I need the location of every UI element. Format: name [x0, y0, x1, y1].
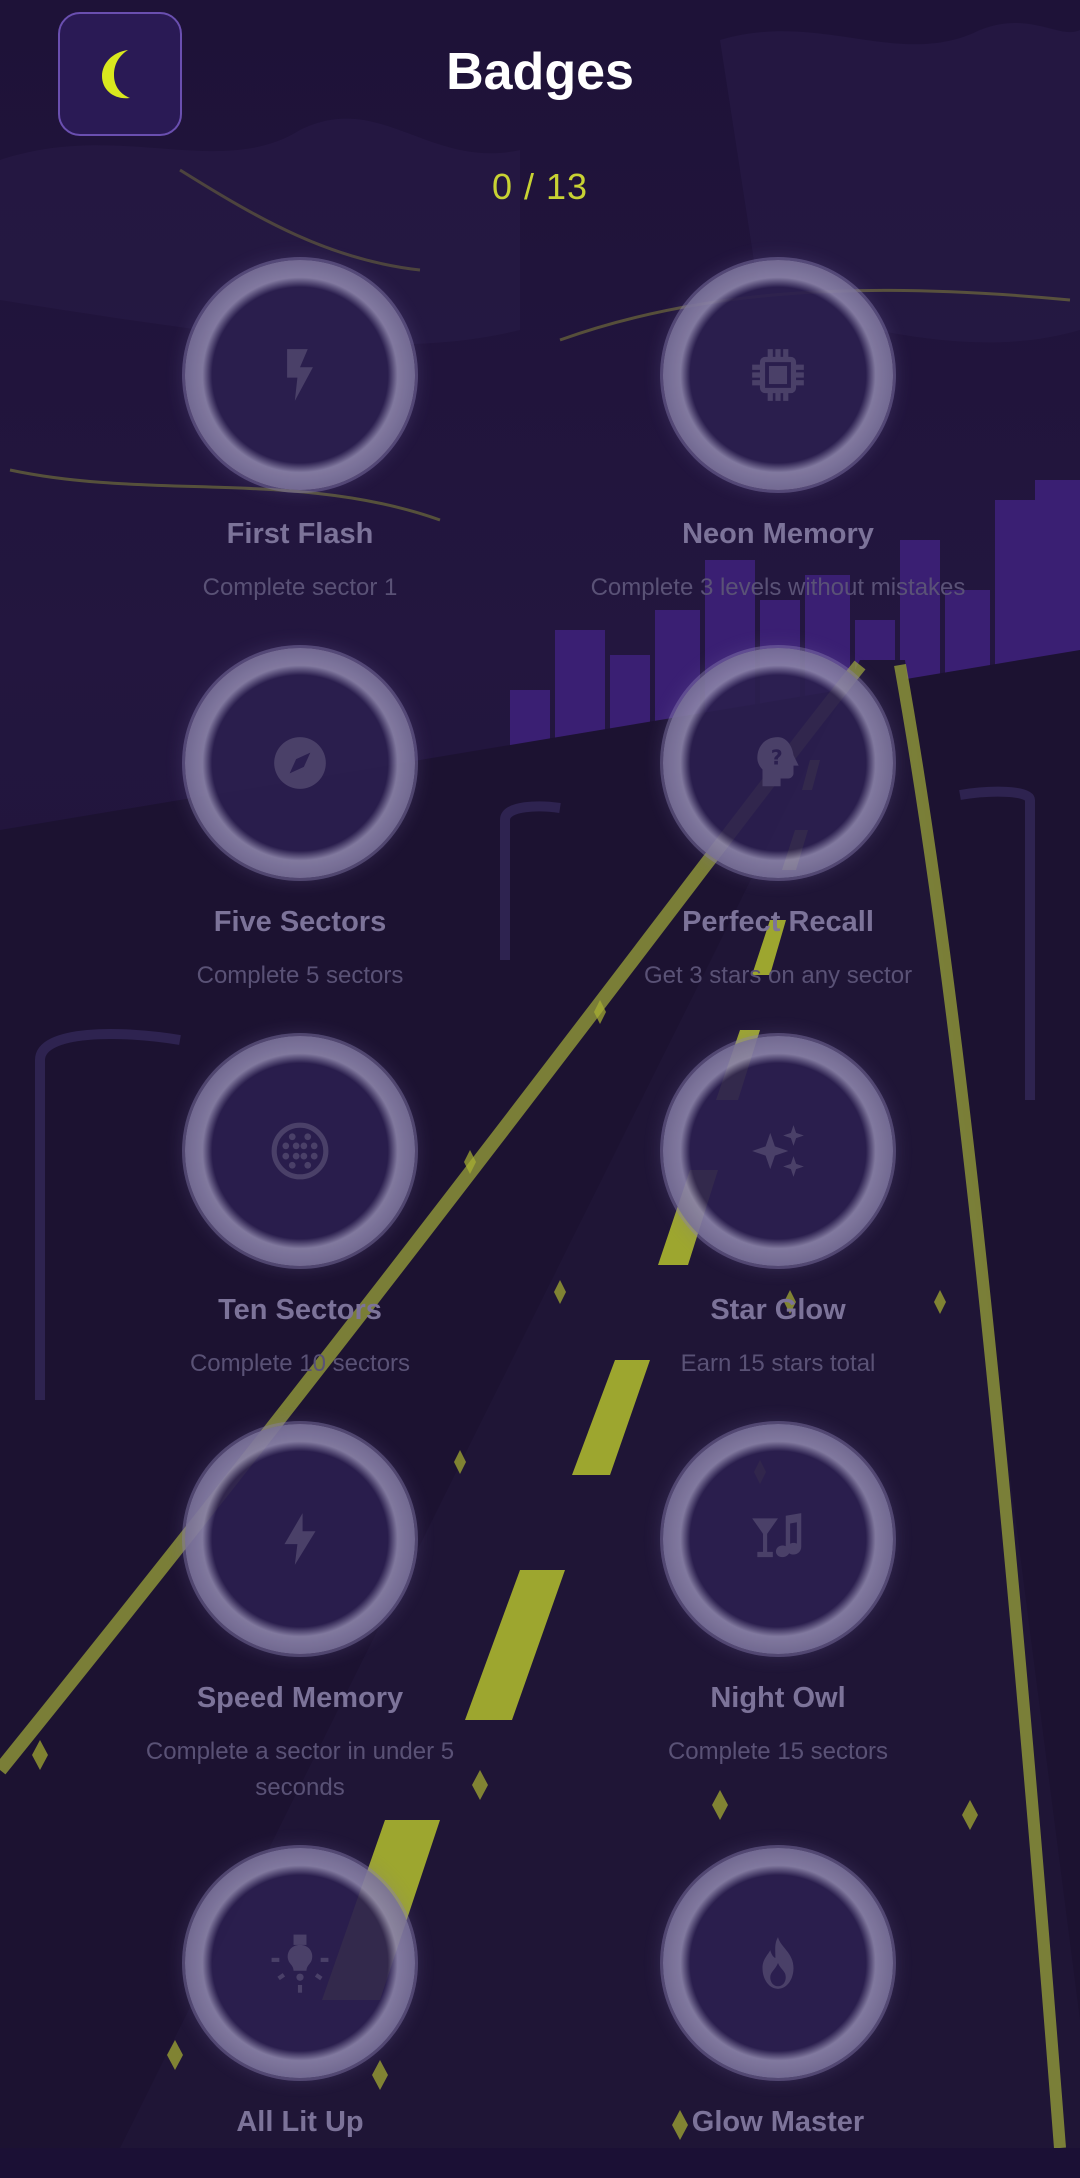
badge-perfect-recall[interactable]: ? Perfect Recall Get 3 stars on any sect…	[538, 648, 1018, 989]
badge-neon-memory[interactable]: Neon Memory Complete 3 levels without mi…	[538, 260, 1018, 601]
badge-ten-sectors[interactable]: Ten Sectors Complete 10 sectors	[60, 1036, 540, 1377]
badge-description: Complete sector 1	[202, 574, 398, 601]
badge-name: Speed Memory	[196, 1682, 404, 1714]
page-title: Badges	[446, 43, 634, 101]
cocktail-music-icon	[728, 1489, 828, 1589]
svg-text:?: ?	[771, 745, 783, 769]
badge-description: Complete 10 sectors	[189, 1350, 411, 1377]
badge-name: Perfect Recall	[682, 906, 874, 938]
dots-grid-circle-icon	[250, 1101, 350, 1201]
badge-first-flash[interactable]: First Flash Complete sector 1	[60, 260, 540, 601]
badge-description: Complete 15 sectors	[667, 1738, 889, 1765]
badge-name: Star Glow	[710, 1294, 846, 1326]
badge-name: Glow Master	[691, 2106, 865, 2138]
badge-description: Complete 5 sectors	[196, 962, 404, 989]
compass-icon	[250, 713, 350, 813]
head-question-icon: ?	[728, 713, 828, 813]
badge-speed-memory[interactable]: Speed Memory Complete a sector in under …	[60, 1424, 540, 1801]
badge-glow-master[interactable]: Glow Master	[538, 1848, 1018, 2178]
badge-name: All Lit Up	[236, 2106, 364, 2138]
badge-name: First Flash	[226, 518, 374, 550]
badge-progress-counter: 0 / 13	[491, 166, 589, 207]
badge-description: Get 3 stars on any sector	[643, 962, 913, 989]
badge-description: Complete 3 levels without mistakes	[590, 574, 966, 601]
badge-description: Complete a sector in under 5 seconds	[145, 1738, 455, 1801]
flame-icon	[728, 1913, 828, 2013]
badge-name: Night Owl	[710, 1682, 846, 1714]
badge-star-glow[interactable]: Star Glow Earn 15 stars total	[538, 1036, 1018, 1377]
sparkles-icon	[728, 1101, 828, 1201]
badge-name: Five Sectors	[213, 906, 387, 938]
badge-night-owl[interactable]: Night Owl Complete 15 sectors	[538, 1424, 1018, 1765]
flash-icon	[250, 1489, 350, 1589]
badge-five-sectors[interactable]: Five Sectors Complete 5 sectors	[60, 648, 540, 989]
badge-description: Earn 15 stars total	[680, 1350, 876, 1377]
lightning-bolt-icon	[250, 325, 350, 425]
lightbulb-icon	[250, 1913, 350, 2013]
chip-icon	[728, 325, 828, 425]
badge-name: Neon Memory	[682, 518, 874, 550]
badge-all-lit-up[interactable]: All Lit Up	[60, 1848, 540, 2178]
badge-name: Ten Sectors	[218, 1294, 382, 1326]
